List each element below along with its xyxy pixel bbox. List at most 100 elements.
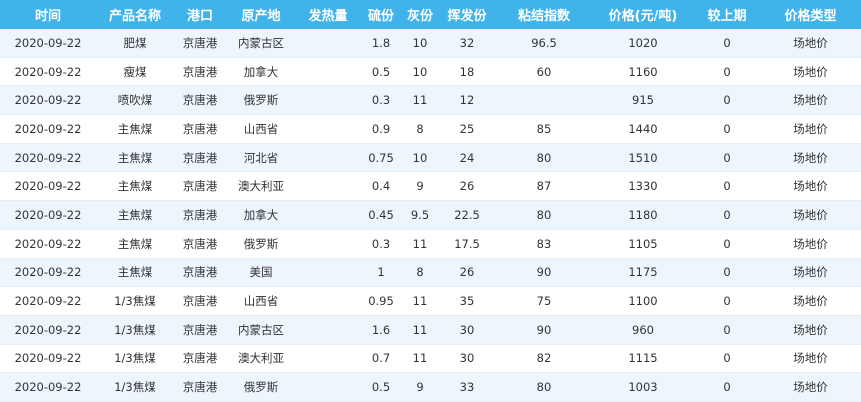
sulfur-cell: 1.8: [371, 35, 391, 50]
volatile-cell: 30: [459, 322, 475, 337]
header-volatile[interactable]: 挥发份: [438, 0, 496, 29]
price-cell: 1100: [628, 294, 658, 309]
port-cell: 京唐港: [182, 207, 218, 222]
calorific-cell: [296, 144, 360, 172]
table-row[interactable]: 2020-09-22 喷吹煤 京唐港 俄罗斯 0.3 11 12 915 0 场地价: [0, 86, 861, 116]
price-type-cell: 场地价: [793, 322, 828, 337]
change-cell: 0: [723, 179, 731, 194]
calorific-cell: [296, 373, 360, 401]
sulfur-cell: 0.5: [371, 64, 391, 79]
header-calorific-value[interactable]: 发热量: [296, 0, 360, 29]
origin-cell: 澳大利亚: [238, 179, 284, 194]
caking-index-cell: 80: [536, 207, 552, 222]
product-cell: 1/3焦煤: [114, 294, 156, 309]
product-cell: 主焦煤: [117, 179, 153, 194]
calorific-cell: [296, 287, 360, 315]
port-cell: 京唐港: [182, 322, 218, 337]
volatile-cell: 32: [459, 35, 475, 50]
ash-cell: 8: [416, 265, 424, 280]
price-type-cell: 场地价: [793, 265, 828, 280]
table-row[interactable]: 2020-09-22 1/3焦煤 京唐港 澳大利亚 0.7 11 30 82 1115 0 场地价: [0, 344, 861, 374]
date-cell: 2020-09-22: [14, 93, 82, 108]
volatile-cell: 33: [459, 380, 475, 395]
calorific-cell: [296, 115, 360, 143]
header-product-name[interactable]: 产品名称: [96, 0, 174, 29]
sulfur-cell: 0.45: [368, 207, 394, 222]
ash-cell: 11: [412, 322, 428, 337]
change-cell: 0: [723, 150, 731, 165]
table-row[interactable]: 2020-09-22 主焦煤 京唐港 加拿大 0.45 9.5 22.5 80 1180 0 场地价: [0, 201, 861, 230]
volatile-cell: 26: [459, 265, 475, 280]
change-cell: 0: [723, 294, 731, 309]
port-cell: 京唐港: [182, 351, 218, 366]
port-cell: 京唐港: [182, 150, 218, 165]
header-date[interactable]: 时间: [0, 0, 96, 29]
volatile-cell: 35: [459, 294, 475, 309]
date-cell: 2020-09-22: [14, 64, 82, 79]
ash-cell: 9: [416, 179, 424, 194]
port-cell: 京唐港: [182, 265, 218, 280]
header-origin[interactable]: 原产地: [226, 0, 296, 29]
price-type-cell: 场地价: [793, 64, 828, 79]
header-caking-index[interactable]: 粘结指数: [496, 0, 592, 29]
header-price-type[interactable]: 价格类型: [760, 0, 861, 29]
price-type-cell: 场地价: [793, 179, 828, 194]
date-cell: 2020-09-22: [14, 351, 82, 366]
price-type-cell: 场地价: [793, 207, 828, 222]
table-row[interactable]: 2020-09-22 主焦煤 京唐港 河北省 0.75 10 24 80 1510 0 场地价: [0, 143, 861, 173]
header-port[interactable]: 港口: [174, 0, 226, 29]
price-cell: 1180: [628, 207, 658, 222]
product-cell: 肥煤: [123, 35, 147, 50]
volatile-cell: 18: [459, 64, 475, 79]
origin-cell: 内蒙古区: [238, 322, 284, 337]
caking-index-cell: 96.5: [531, 35, 557, 50]
header-price[interactable]: 价格(元/吨): [592, 0, 694, 29]
product-cell: 主焦煤: [117, 265, 153, 280]
port-cell: 京唐港: [182, 380, 218, 395]
origin-cell: 内蒙古区: [238, 35, 284, 50]
price-type-cell: 场地价: [793, 35, 828, 50]
header-sulfur[interactable]: 硫份: [360, 0, 402, 29]
table-row[interactable]: 2020-09-22 瘦煤 京唐港 加拿大 0.5 10 18 60 1160 0 场地价: [0, 57, 861, 87]
table-row[interactable]: 2020-09-22 主焦煤 京唐港 俄罗斯 0.3 11 17.5 83 1105 0 场地价: [0, 229, 861, 259]
sulfur-cell: 0.4: [371, 179, 391, 194]
table-row[interactable]: 2020-09-22 1/3焦煤 京唐港 山西省 0.95 11 35 75 1100 0 场地价: [0, 287, 861, 316]
table-row[interactable]: 2020-09-22 肥煤 京唐港 内蒙古区 1.8 10 32 96.5 1020 0 场地价: [0, 29, 861, 58]
product-cell: 喷吹煤: [117, 93, 153, 108]
change-cell: 0: [723, 322, 731, 337]
calorific-cell: [296, 201, 360, 229]
origin-cell: 俄罗斯: [243, 93, 279, 108]
product-cell: 主焦煤: [117, 121, 153, 136]
sulfur-cell: 0.5: [371, 380, 391, 395]
caking-index-cell: 85: [536, 121, 552, 136]
price-type-cell: 场地价: [793, 150, 828, 165]
price-type-cell: 场地价: [793, 294, 828, 309]
ash-cell: 11: [412, 351, 428, 366]
table-row[interactable]: 2020-09-22 1/3焦煤 京唐港 内蒙古区 1.6 11 30 90 960 0 场地价: [0, 315, 861, 345]
table-row[interactable]: 2020-09-22 1/3焦煤 京唐港 俄罗斯 0.5 9 33 80 1003 0 场地价: [0, 373, 861, 402]
volatile-cell: 17.5: [454, 236, 480, 251]
caking-index-cell: 80: [536, 380, 552, 395]
price-type-cell: 场地价: [793, 121, 828, 136]
product-cell: 主焦煤: [117, 207, 153, 222]
price-cell: 1115: [628, 351, 658, 366]
port-cell: 京唐港: [182, 294, 218, 309]
price-cell: 1105: [628, 236, 658, 251]
change-cell: 0: [723, 64, 731, 79]
product-cell: 瘦煤: [123, 64, 147, 79]
ash-cell: 10: [412, 64, 428, 79]
table-row[interactable]: 2020-09-22 主焦煤 京唐港 美国 1 8 26 90 1175 0 场地价: [0, 258, 861, 288]
price-table: 时间 产品名称 港口 原产地 发热量 硫份 灰份 挥发份 粘结指数 价格(元/吨…: [0, 0, 861, 29]
header-ash[interactable]: 灰份: [402, 0, 438, 29]
price-cell: 1440: [628, 121, 658, 136]
price-cell: 1160: [628, 64, 658, 79]
table-row[interactable]: 2020-09-22 主焦煤 京唐港 澳大利亚 0.4 9 26 87 1330 0 场地价: [0, 172, 861, 202]
table-row[interactable]: 2020-09-22 主焦煤 京唐港 山西省 0.9 8 25 85 1440 0 场地价: [0, 115, 861, 144]
calorific-cell: [296, 345, 360, 373]
header-change[interactable]: 较上期: [694, 0, 760, 29]
sulfur-cell: 0.3: [371, 93, 391, 108]
ash-cell: 11: [412, 93, 428, 108]
ash-cell: 9: [416, 380, 424, 395]
port-cell: 京唐港: [182, 64, 218, 79]
port-cell: 京唐港: [182, 236, 218, 251]
